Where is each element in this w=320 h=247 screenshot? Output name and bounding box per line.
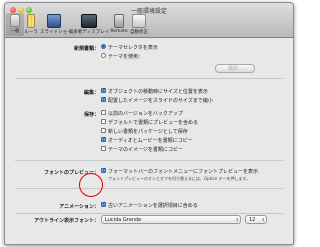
font-preview-note: フォントプレビューのオンとオフを切り替えるには、Option キーを押します。 — [108, 176, 251, 181]
checkbox-include-preview[interactable]: デフォルトで書類にプレビューを含める — [101, 119, 198, 126]
checkbox-label: オブジェクトの移動時にサイズと位置を表示 — [108, 89, 208, 95]
checkbox[interactable] — [101, 136, 106, 142]
radio-use-theme[interactable]: テーマを使用： — [101, 53, 143, 60]
outline-font-size-value: 12 — [249, 217, 256, 223]
checkbox[interactable] — [101, 96, 106, 102]
checkbox[interactable] — [101, 119, 106, 124]
tab-general[interactable]: 一般 — [7, 14, 23, 36]
checkbox-font-preview[interactable]: フォーマットバーのフォントメニューにフォントプレビューを表示 — [101, 167, 259, 175]
popup-arrows-icon: ⇕ — [235, 217, 239, 222]
tab-slideshow[interactable]: スライドショー — [40, 14, 72, 36]
tab-remote[interactable]: Remote — [110, 14, 128, 36]
tab-presenter-display[interactable]: 発表者ディスプレイ — [68, 14, 110, 36]
toggle-switches-icon — [10, 14, 20, 27]
presenter-display-icon — [81, 14, 97, 28]
checkbox-legacy-animations[interactable]: 古いアニメーションを選択項目に含める — [101, 201, 198, 209]
radio-button[interactable] — [101, 44, 106, 49]
checkbox[interactable] — [101, 146, 106, 151]
tab-label: 発表者ディスプレイ — [68, 30, 110, 35]
checkbox-label: オーディオとムービーを書類にコピー — [108, 138, 193, 144]
tab-label: 一般 — [10, 29, 20, 34]
highlight-circle-annotation — [79, 173, 103, 197]
divider — [15, 188, 283, 189]
new-document-label: 新規書類： — [73, 46, 99, 52]
animation-label: アニメーション： — [59, 204, 99, 210]
divider — [15, 213, 283, 214]
checkbox[interactable] — [101, 201, 106, 207]
tab-label: ルーラ — [24, 30, 38, 35]
checkbox-label: フォーマットバーのフォントメニューにフォントプレビューを表示 — [108, 169, 259, 175]
checkbox-label: 古いアニメーションを選択項目に含める — [108, 203, 198, 209]
radio-label: テーマを使用： — [108, 54, 144, 60]
popup-arrows-icon: ⇕ — [261, 217, 265, 222]
radio-show-theme-chooser[interactable]: テーマセレクタを表示 — [101, 44, 158, 51]
checkbox-backup[interactable]: 以前のバージョンをバックアップ — [101, 110, 183, 117]
checkbox-label: テーマのイメージを書類にコピー — [108, 147, 183, 153]
ruler-icon — [27, 14, 35, 28]
checkbox-label: 配置したイメージをスライドのサイズまで縮小 — [108, 98, 213, 104]
tab-label: 自動修正 — [130, 30, 148, 35]
outline-font-value: Lucida Grande — [105, 217, 142, 223]
checkbox-label: デフォルトで書類にプレビューを含める — [108, 120, 199, 126]
preferences-window: 一般環境設定 一般 ルーラ スライドショー 発表者ディスプレイ Remote 自… — [4, 2, 294, 245]
toolbar: 一般環境設定 一般 ルーラ スライドショー 発表者ディスプレイ Remote 自… — [5, 3, 293, 38]
choose-theme-button[interactable]: 選択... — [215, 64, 255, 73]
checkbox[interactable] — [101, 167, 106, 173]
remote-icon — [114, 14, 124, 28]
autocorrect-icon — [132, 14, 146, 28]
tab-label: Remote — [110, 29, 128, 34]
checkbox-save-as-package[interactable]: 新しい書類をパッケージとして保存 — [101, 128, 188, 135]
checkbox[interactable] — [101, 128, 106, 133]
editing-label: 編集： — [83, 90, 99, 96]
tab-rulers[interactable]: ルーラ — [23, 14, 39, 36]
checkbox-label: 以前のバージョンをバックアップ — [108, 111, 183, 117]
tab-label: スライドショー — [40, 30, 72, 35]
divider — [15, 78, 283, 79]
radio-label: テーマセレクタを表示 — [108, 45, 158, 51]
checkbox-copy-theme-images[interactable]: テーマのイメージを書類にコピー — [101, 146, 183, 153]
outline-font-size-popup[interactable]: 12 ⇕ — [245, 215, 267, 224]
tab-autocorrect[interactable]: 自動修正 — [129, 14, 149, 36]
radio-button[interactable] — [101, 53, 106, 58]
slideshow-icon — [47, 14, 61, 28]
divider — [15, 160, 283, 161]
checkbox-show-size-position[interactable]: オブジェクトの移動時にサイズと位置を表示 — [101, 87, 208, 95]
preferences-content: 新規書類： テーマセレクタを表示 テーマを使用： 選択... 編集： オブジェク… — [5, 38, 293, 244]
checkbox[interactable] — [101, 87, 106, 93]
checkbox-copy-audio-movies[interactable]: オーディオとムービーを書類にコピー — [101, 136, 193, 144]
saving-label: 保存： — [83, 112, 99, 118]
checkbox-scale-images[interactable]: 配置したイメージをスライドのサイズまで縮小 — [101, 96, 213, 104]
checkbox-label: 新しい書類をパッケージとして保存 — [108, 129, 188, 135]
outline-font-label: アウトライン表示フォント： — [33, 218, 99, 224]
checkbox[interactable] — [101, 110, 106, 115]
outline-font-popup[interactable]: Lucida Grande ⇕ — [101, 215, 241, 224]
